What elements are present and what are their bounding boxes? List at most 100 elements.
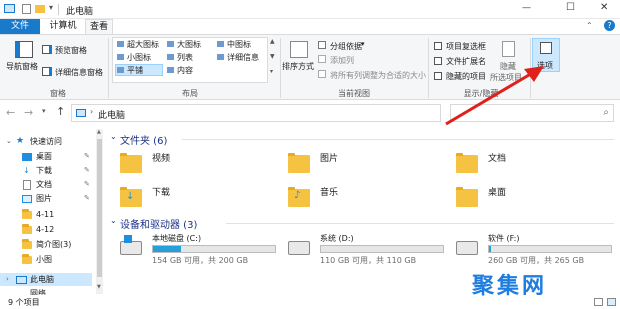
fit-columns-button[interactable]: 将所有列调整为合适的大小 — [330, 70, 426, 81]
folder-tile-videos[interactable]: 视频 — [116, 149, 266, 179]
expand-icon: ⌄ — [6, 137, 12, 145]
nav-item-label: 4-12 — [36, 225, 55, 234]
address-path: 此电脑 — [98, 111, 126, 121]
layout-scroll-up-icon[interactable]: ▲ — [270, 38, 275, 45]
tab-computer[interactable]: 计算机 — [43, 19, 83, 34]
folder-tile-desktop[interactable]: 桌面 — [452, 183, 602, 213]
nav-pane-button[interactable]: 导航窗格 — [6, 41, 42, 83]
nav-item-4-12[interactable]: 4-12 — [0, 223, 96, 236]
title-bar: ▾ 此电脑 — ☐ ✕ — [0, 0, 620, 19]
sort-icon — [290, 41, 308, 58]
folder-tile-downloads[interactable]: ↓ 下载 — [116, 183, 266, 213]
scroll-thumb[interactable] — [97, 139, 102, 277]
folders-header[interactable]: 文件夹 (6) — [120, 132, 167, 147]
layout-list[interactable]: 列表 — [177, 52, 193, 63]
fit-columns-icon — [318, 70, 326, 78]
group-by-dropdown-icon[interactable]: ▾ — [361, 40, 365, 48]
nav-item-label: 4-11 — [36, 210, 55, 219]
address-box[interactable]: › 此电脑 — [71, 104, 441, 122]
layout-medium-icons[interactable]: 中图标 — [227, 39, 251, 50]
nav-item-4-11[interactable]: 4-11 — [0, 208, 96, 221]
nav-item-intro-images[interactable]: 简介图(3) — [0, 238, 96, 251]
layout-group-label: 布局 — [182, 89, 198, 98]
group-by-button[interactable]: 分组依据 — [330, 41, 362, 52]
layout-expand-icon[interactable]: ▾ — [270, 68, 273, 75]
quick-access-label: 快速访问 — [30, 137, 62, 146]
separator — [58, 4, 59, 15]
nav-item-documents[interactable]: 文档 ✎ — [0, 178, 96, 191]
layout-content[interactable]: 内容 — [177, 65, 193, 76]
nav-item-label: 桌面 — [36, 152, 52, 161]
maximize-button[interactable]: ☐ — [566, 2, 575, 13]
back-arrow-icon[interactable]: ← — [6, 106, 15, 119]
folder-tile-pictures[interactable]: 图片 — [284, 149, 434, 179]
close-button[interactable]: ✕ — [600, 2, 608, 13]
nav-item-label: 网络 — [30, 289, 46, 295]
nav-item-downloads[interactable]: ↓ 下载 ✎ — [0, 164, 96, 177]
collapse-icon[interactable]: ⌄ — [110, 216, 117, 225]
forward-arrow-icon[interactable]: → — [24, 106, 33, 119]
details-pane-icon — [42, 67, 52, 76]
scroll-down-icon[interactable]: ▼ — [97, 284, 101, 290]
header-line — [182, 139, 614, 140]
layout-small-icons[interactable]: 小图标 — [127, 52, 151, 63]
nav-item-label: 文档 — [36, 180, 52, 189]
item-checkboxes-label: 项目复选框 — [446, 42, 486, 51]
folder-tile-music[interactable]: ♪ 音乐 — [284, 183, 434, 213]
nav-scrollbar[interactable]: ▲ ▼ — [96, 129, 103, 294]
recent-dropdown-icon[interactable]: ▾ — [42, 107, 46, 115]
drive-name: 软件 (F:) — [488, 234, 520, 243]
layout-scroll-down-icon[interactable]: ▼ — [270, 53, 275, 60]
quick-access-dropdown-icon[interactable]: ▾ — [49, 3, 53, 12]
drive-tile-d[interactable]: 系统 (D:) 110 GB 可用，共 110 GB — [284, 233, 449, 267]
folder-icon — [22, 239, 32, 249]
tab-file[interactable]: 文件 — [0, 19, 40, 34]
layout-large-icons[interactable]: 大图标 — [177, 39, 201, 50]
layout-icon — [117, 41, 124, 47]
drives-header[interactable]: 设备和驱动器 (3) — [120, 216, 197, 231]
add-column-button[interactable]: 添加列 — [330, 55, 354, 66]
drive-usage-bar — [488, 245, 612, 253]
large-icons-view-icon[interactable] — [607, 298, 616, 306]
layout-icon — [217, 41, 224, 47]
minimize-button[interactable]: — — [522, 3, 531, 13]
current-view-group-label: 当前视图 — [338, 89, 370, 98]
scroll-up-icon[interactable]: ▲ — [97, 129, 101, 135]
nav-item-desktop[interactable]: 桌面 ✎ — [0, 150, 96, 163]
layout-details[interactable]: 详细信息 — [227, 52, 259, 63]
help-icon[interactable]: ? — [604, 20, 615, 31]
details-pane-button[interactable]: 详细信息窗格 — [55, 67, 103, 78]
layout-extra-large-icons[interactable]: 超大图标 — [127, 39, 159, 50]
new-folder-icon[interactable] — [35, 5, 45, 13]
computer-icon — [16, 276, 27, 284]
nav-item-pictures[interactable]: 图片 ✎ — [0, 192, 96, 205]
quick-access-item[interactable]: ⌄ ★ 快速访问 — [0, 135, 96, 148]
layout-icon — [167, 54, 174, 60]
drive-icon — [120, 241, 142, 255]
folder-tile-documents[interactable]: 文档 — [452, 149, 602, 179]
drive-name: 系统 (D:) — [320, 234, 354, 243]
up-arrow-icon[interactable]: ↑ — [56, 105, 65, 118]
collapse-icon[interactable]: ⌄ — [110, 132, 117, 141]
preview-pane-icon — [42, 45, 52, 54]
nav-item-this-pc[interactable]: › 此电脑 — [0, 273, 92, 286]
pictures-folder-icon — [288, 153, 310, 173]
tab-view[interactable]: 查看 — [85, 19, 113, 35]
preview-pane-button[interactable]: 预览窗格 — [55, 45, 87, 56]
documents-folder-icon — [456, 153, 478, 173]
details-view-icon[interactable] — [594, 298, 603, 306]
properties-icon[interactable] — [22, 4, 31, 14]
pin-icon: ✎ — [84, 166, 90, 174]
download-arrow-icon: ↓ — [126, 191, 135, 202]
drive-tile-c[interactable]: 本地磁盘 (C:) 154 GB 可用，共 200 GB — [116, 233, 281, 267]
item-checkboxes-checkbox[interactable] — [434, 42, 442, 50]
group-separator — [428, 38, 429, 98]
drive-name: 本地磁盘 (C:) — [152, 234, 202, 243]
sort-by-button[interactable]: 排序方式 — [282, 41, 316, 83]
nav-item-network[interactable]: 网络 — [0, 289, 96, 295]
ribbon-collapse-icon[interactable]: ⌃ — [586, 21, 593, 30]
drive-tile-f[interactable]: 软件 (F:) 260 GB 可用，共 265 GB — [452, 233, 617, 267]
search-icon: ⌕ — [603, 107, 609, 118]
nav-item-small-images[interactable]: 小图 — [0, 253, 96, 266]
sort-by-label: 排序方式 — [282, 62, 314, 71]
